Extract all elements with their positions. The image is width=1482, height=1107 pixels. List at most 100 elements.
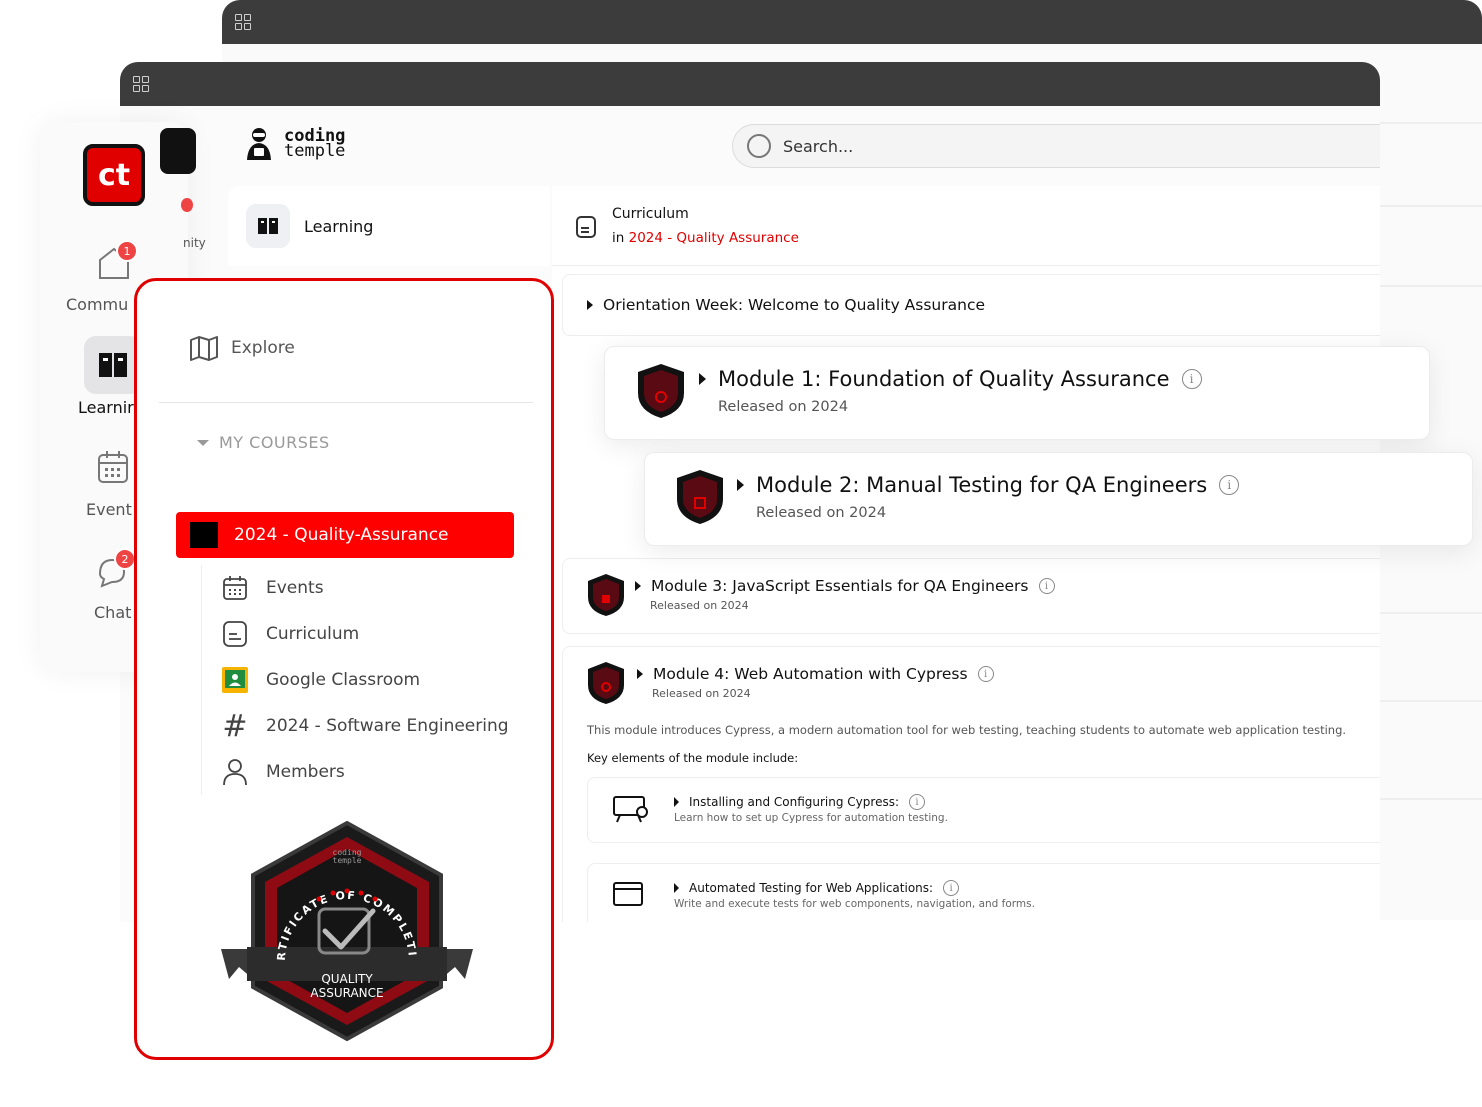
info-icon[interactable]: i xyxy=(1181,369,1202,389)
info-icon[interactable]: i xyxy=(1219,475,1240,495)
ct-logo-edge xyxy=(160,128,196,174)
book-icon xyxy=(99,353,127,377)
user-icon xyxy=(220,757,250,787)
search-input[interactable]: Search... xyxy=(732,124,1380,168)
curriculum-header: Curriculum in 2024 - Quality Assurance xyxy=(552,186,1380,266)
rail-label-community[interactable]: Commu xyxy=(66,295,128,314)
module-1-title-row: Module 1: Foundation of Quality Assuranc… xyxy=(699,367,1202,391)
badge-brand-2: temple xyxy=(333,856,362,865)
expand-triangle-icon[interactable] xyxy=(635,581,641,591)
nav-google-classroom[interactable]: Google Classroom xyxy=(202,657,521,703)
curriculum-breadcrumb: in 2024 - Quality Assurance xyxy=(612,230,799,246)
my-courses-label: MY COURSES xyxy=(219,433,330,452)
caret-down-icon xyxy=(197,439,209,446)
nav-label: Events xyxy=(266,578,324,598)
calendar-icon xyxy=(220,573,250,603)
background-window-titlebar xyxy=(222,0,1482,44)
expand-triangle-icon[interactable] xyxy=(674,797,679,807)
orientation-week-row[interactable]: Orientation Week: Welcome to Quality Ass… xyxy=(562,274,1380,336)
element-automated-testing[interactable]: Automated Testing for Web Applications: … xyxy=(587,863,1380,922)
element-title-row: Installing and Configuring Cypress: i xyxy=(674,794,925,810)
module-shield-icon xyxy=(677,470,723,524)
divider xyxy=(1380,285,1482,287)
module-4-title: Module 4: Web Automation with Cypress xyxy=(653,665,968,683)
certificate-badge: CERTIFICATE OF COMPLETION QUALITY ASSURA… xyxy=(217,819,473,1042)
expand-triangle-icon[interactable] xyxy=(737,479,744,491)
grid-icon xyxy=(235,14,251,30)
module-4-description: This module introduces Cypress, a modern… xyxy=(587,723,1347,737)
divider xyxy=(1380,122,1482,124)
element-description: Write and execute tests for web componen… xyxy=(674,898,1035,910)
course-thumbnail xyxy=(190,522,218,548)
info-icon[interactable]: i xyxy=(909,794,925,810)
hashtag-icon: # xyxy=(222,708,248,744)
expand-triangle-icon[interactable] xyxy=(674,883,679,893)
nav-curriculum[interactable]: Curriculum xyxy=(202,611,521,657)
divider xyxy=(1380,700,1482,702)
document-icon xyxy=(220,619,250,649)
nav-members[interactable]: Members xyxy=(202,749,521,795)
search-placeholder: Search... xyxy=(783,136,854,156)
element-title: Automated Testing for Web Applications: xyxy=(689,881,934,895)
expand-triangle-icon[interactable] xyxy=(699,373,706,385)
nav-label: Curriculum xyxy=(266,624,360,644)
info-icon[interactable]: i xyxy=(943,880,960,896)
coding-temple-logo[interactable]: coding temple xyxy=(244,126,345,162)
nav-events[interactable]: Events xyxy=(202,565,521,611)
notification-badge: 1 xyxy=(116,240,138,262)
ct-logo[interactable]: ct xyxy=(83,144,145,206)
map-icon xyxy=(190,336,218,361)
google-classroom-icon xyxy=(220,665,250,695)
nav-label: 2024 - Software Engineering xyxy=(266,716,509,736)
divider xyxy=(1380,612,1482,614)
nav-label: Members xyxy=(266,762,345,782)
explore-link[interactable]: Explore xyxy=(189,335,295,361)
divider xyxy=(1380,205,1482,207)
element-title-row: Automated Testing for Web Applications: … xyxy=(674,880,960,896)
module-3-row[interactable]: Module 3: JavaScript Essentials for QA E… xyxy=(562,558,1380,634)
key-elements-label: Key elements of the module include: xyxy=(587,751,799,765)
module-1-released: Released on 2024 xyxy=(718,399,849,415)
nav-label: Google Classroom xyxy=(266,670,421,690)
my-courses-toggle[interactable]: MY COURSES xyxy=(197,433,330,452)
module-2-title: Module 2: Manual Testing for QA Engineer… xyxy=(756,473,1208,497)
module-2-title-row: Module 2: Manual Testing for QA Engineer… xyxy=(737,473,1240,497)
info-icon[interactable]: i xyxy=(1038,578,1055,594)
learning-title: Learning xyxy=(304,216,374,236)
module-shield-icon xyxy=(588,662,624,704)
rail-label-events[interactable]: Event xyxy=(86,500,132,519)
rail-label-learning[interactable]: Learnir xyxy=(78,398,134,417)
curriculum-icon xyxy=(576,216,596,238)
module-4-released: Released on 2024 xyxy=(652,687,751,700)
grid-icon xyxy=(133,76,149,92)
logo-text: coding temple xyxy=(284,128,345,160)
whiteboard-tool-icon xyxy=(613,796,648,823)
search-icon xyxy=(747,134,771,158)
element-title: Installing and Configuring Cypress: xyxy=(689,795,899,809)
badge-line-2: ASSURANCE xyxy=(310,986,383,1000)
course-label: 2024 - Quality-Assurance xyxy=(234,525,449,545)
badge-line-1: QUALITY xyxy=(321,972,373,986)
module-4-title-row[interactable]: Module 4: Web Automation with Cypress i xyxy=(637,665,994,683)
course-quality-assurance[interactable]: 2024 - Quality-Assurance xyxy=(176,512,514,558)
expand-triangle-icon[interactable] xyxy=(587,300,593,310)
course-navigation-panel: Explore MY COURSES 2024 - Quality-Assura… xyxy=(134,278,554,1060)
element-installing-cypress[interactable]: Installing and Configuring Cypress: i Le… xyxy=(587,777,1380,843)
in-label: in xyxy=(612,230,625,246)
module-1-title: Module 1: Foundation of Quality Assuranc… xyxy=(718,367,1170,391)
notification-badge: 2 xyxy=(114,548,136,570)
nav-software-engineering[interactable]: # 2024 - Software Engineering xyxy=(202,703,521,749)
module-3-title-row: Module 3: JavaScript Essentials for QA E… xyxy=(635,577,1055,595)
ct-logo-text: ct xyxy=(97,157,131,193)
expand-triangle-icon[interactable] xyxy=(637,669,643,679)
learning-header: Learning xyxy=(228,186,550,266)
course-link[interactable]: 2024 - Quality Assurance xyxy=(629,230,799,246)
ninja-icon xyxy=(247,128,271,160)
module-1-card[interactable]: Module 1: Foundation of Quality Assuranc… xyxy=(604,346,1430,440)
rail-label-chat[interactable]: Chat xyxy=(94,603,131,622)
info-icon[interactable]: i xyxy=(977,666,994,682)
curriculum-title: Curriculum xyxy=(612,206,689,222)
module-2-card[interactable]: Module 2: Manual Testing for QA Engineer… xyxy=(644,452,1473,546)
calendar-icon[interactable] xyxy=(97,450,129,484)
orientation-title: Orientation Week: Welcome to Quality Ass… xyxy=(603,296,986,314)
